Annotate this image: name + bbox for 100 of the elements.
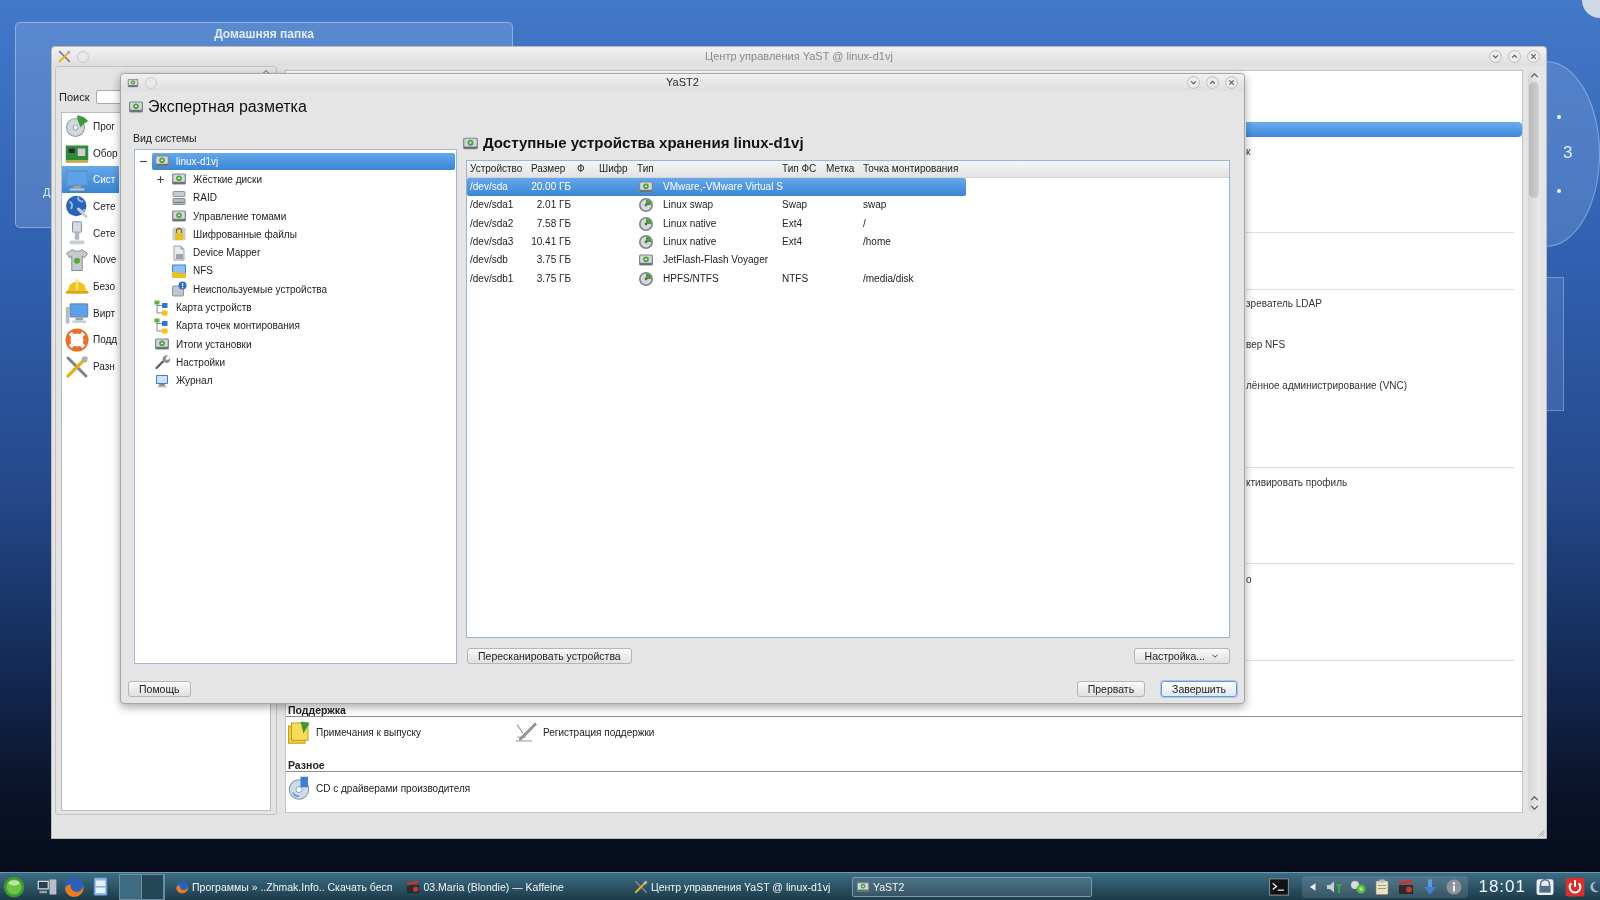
- clipboard-icon[interactable]: [1374, 878, 1391, 895]
- minimize-icon[interactable]: [1187, 76, 1200, 89]
- table-cell-text: Linux native: [662, 236, 718, 249]
- tree-item[interactable]: Шифрованные файлы: [169, 225, 303, 243]
- download-arrow-icon[interactable]: [1422, 878, 1439, 895]
- clapperboard-icon: [406, 879, 421, 894]
- column-header[interactable]: Ф: [574, 163, 585, 175]
- column-header[interactable]: Тип: [634, 163, 654, 175]
- task-button[interactable]: YaST2: [851, 876, 1092, 897]
- category-item[interactable]: Вирт: [62, 299, 119, 327]
- category-item[interactable]: Nove: [62, 246, 119, 274]
- close-icon[interactable]: [1527, 50, 1540, 63]
- column-header[interactable]: Точка монтирования: [860, 163, 959, 175]
- clock[interactable]: 18:01: [1478, 876, 1526, 897]
- task-button[interactable]: Программы » ..Zhmak.Info.. Скачать бесп: [171, 876, 397, 897]
- tree-item[interactable]: Журнал: [152, 372, 219, 390]
- table-cell-text: Linux native: [662, 217, 718, 230]
- tree-diagram-icon: [154, 317, 170, 334]
- tree-item[interactable]: Настройки: [152, 353, 232, 371]
- network-icon[interactable]: [1350, 878, 1367, 895]
- tree-item[interactable]: RAID: [169, 189, 223, 207]
- lifebuoy-icon: [65, 327, 89, 352]
- table-cell-text: 10.41 ГБ: [530, 236, 572, 249]
- table-row[interactable]: /dev/sda3 10.41 ГБ Linux native Ext4 /home: [467, 232, 966, 252]
- module-item[interactable]: Примечания к выпуску: [287, 720, 421, 744]
- close-icon[interactable]: [1225, 76, 1238, 89]
- maximize-icon[interactable]: [1508, 50, 1521, 63]
- tree-item[interactable]: Жёсткие диски: [169, 170, 269, 188]
- hard-drive-icon: [154, 153, 170, 170]
- table-row[interactable]: /dev/sda1 2.01 ГБ Linux swap Swap swap: [467, 196, 966, 215]
- tree-item[interactable]: Карта точек монтирования: [152, 317, 306, 335]
- module-label[interactable]: вер NFS: [1246, 338, 1286, 352]
- tree-label: Вид системы: [133, 131, 197, 145]
- toolbox-icon[interactable]: [1582, 0, 1600, 18]
- table-cell-text: Swap: [781, 199, 808, 212]
- tree-item[interactable]: NFS: [169, 262, 219, 280]
- column-header[interactable]: Шифр: [596, 163, 628, 175]
- desktop-pager-widget[interactable]: 3: [1546, 61, 1600, 247]
- table-row[interactable]: /dev/sdb1 3.75 ГБ HPFS/NTFS NTFS /media/disk: [467, 269, 966, 288]
- table-row[interactable]: /dev/sdb 3.75 ГБ JetFlash-Flash Voyager: [467, 251, 966, 270]
- module-label[interactable]: о: [1246, 573, 1252, 587]
- dialog-button[interactable]: Завершить: [1161, 681, 1237, 697]
- globe-wrench-icon: [65, 194, 89, 219]
- maximize-icon[interactable]: [1206, 76, 1219, 89]
- tools-icon[interactable]: [58, 50, 71, 63]
- help-button[interactable]: Помощь: [128, 681, 191, 697]
- dialog-button[interactable]: Прервать: [1076, 681, 1146, 697]
- category-item[interactable]: Сете: [62, 219, 119, 247]
- module-item[interactable]: Регистрация поддержки: [514, 720, 655, 744]
- column-header[interactable]: Устройство: [467, 163, 523, 175]
- scrollbar-thumb[interactable]: [1529, 82, 1539, 198]
- screen-lock-icon[interactable]: [1536, 877, 1554, 896]
- tree-item[interactable]: Итоги установки: [152, 335, 258, 353]
- category-item[interactable]: Сете: [62, 193, 119, 220]
- task-button[interactable]: 03.Maria (Blondie) — Kaffeine: [402, 876, 568, 897]
- settings-button[interactable]: Настройка...: [1133, 648, 1230, 664]
- tree-item[interactable]: Карта устройств: [152, 299, 258, 316]
- table-cell-text: 3.75 ГБ: [535, 254, 572, 267]
- caret-up-icon[interactable]: [262, 67, 270, 76]
- monitor-icon: [65, 167, 89, 192]
- module-label[interactable]: лённое администрирование (VNC): [1246, 379, 1408, 393]
- scroll-up-icon[interactable]: [1529, 71, 1539, 80]
- module-label[interactable]: к: [1246, 145, 1251, 159]
- hard-drive-icon[interactable]: [127, 76, 139, 89]
- scrollbar[interactable]: [1528, 70, 1540, 813]
- rescan-button[interactable]: Пересканировать устройства: [467, 648, 632, 664]
- task-button[interactable]: Центр управления YaST @ linux-d1vj: [629, 876, 835, 897]
- hard-drive-icon: [638, 252, 654, 269]
- category-item[interactable]: Прог: [62, 113, 119, 140]
- crescent-icon[interactable]: [1588, 880, 1600, 893]
- tree-item[interactable]: Неиспользуемые устройства: [169, 280, 333, 298]
- desktop-thumbnail[interactable]: [120, 874, 142, 899]
- tree-item[interactable]: Управление томами: [169, 207, 293, 225]
- table-row[interactable]: /dev/sda2 7.58 ГБ Linux native Ext4 /: [467, 214, 966, 233]
- shirt-icon: [65, 247, 89, 272]
- expand-icon[interactable]: [155, 174, 165, 184]
- module-label[interactable]: ктивировать профиль: [1246, 476, 1348, 490]
- category-item[interactable]: Обор: [62, 139, 119, 167]
- desktop-thumbnail[interactable]: [142, 874, 164, 899]
- resize-grip-icon[interactable]: [1535, 827, 1545, 837]
- category-item[interactable]: Подд: [62, 326, 119, 354]
- triangle-left-icon[interactable]: [1308, 881, 1319, 892]
- module-item[interactable]: CD с драйверами производителя: [287, 776, 471, 800]
- module-label[interactable]: зреватель LDAP: [1246, 297, 1322, 311]
- scroll-down-icon[interactable]: [1529, 803, 1539, 812]
- scroll-up-icon[interactable]: [1529, 794, 1539, 803]
- table-cell-text: Ext4: [781, 217, 803, 230]
- minimize-icon[interactable]: [1489, 50, 1502, 63]
- computer-icon: [65, 301, 89, 326]
- category-item[interactable]: Безо: [62, 273, 119, 300]
- hard-drive-icon: [855, 879, 870, 894]
- column-header[interactable]: Метка: [823, 163, 855, 175]
- globe-icon: [63, 875, 85, 898]
- clapperboard-icon[interactable]: [1398, 878, 1415, 895]
- column-header[interactable]: Тип ФС: [779, 163, 817, 175]
- category-item[interactable]: Разн: [62, 353, 119, 380]
- file-label[interactable]: Д: [43, 186, 51, 199]
- column-header[interactable]: Размер: [528, 163, 566, 175]
- info-icon[interactable]: [1446, 878, 1463, 895]
- tree-item[interactable]: Device Mapper: [169, 244, 267, 262]
